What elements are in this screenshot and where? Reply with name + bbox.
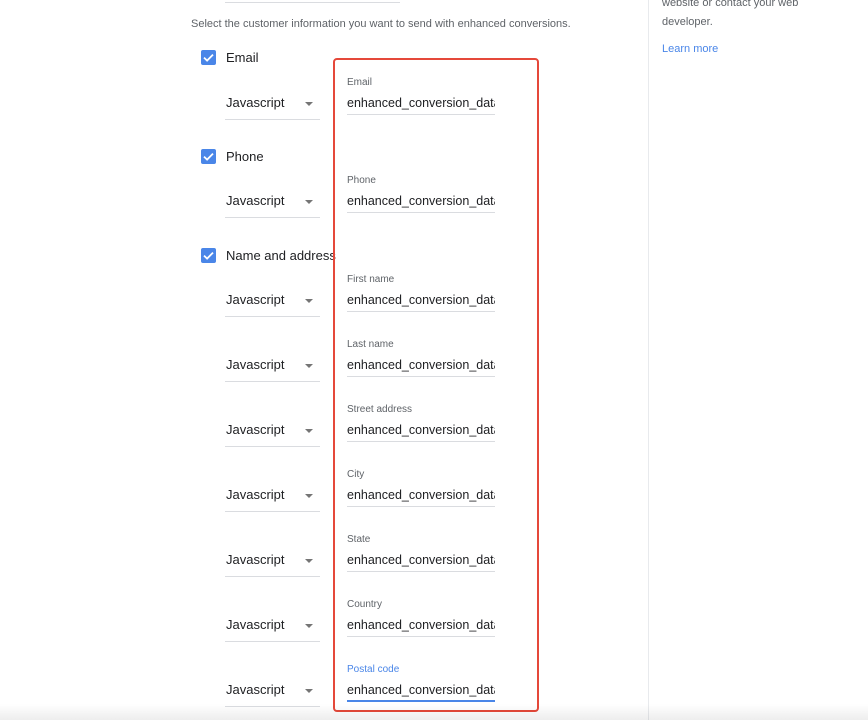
postal-code-variable-field: Postal code enhanced_conversion_data — [347, 663, 495, 702]
city-method-dropdown[interactable]: Javascript — [225, 481, 320, 512]
email-variable-input[interactable]: enhanced_conversion_data — [347, 95, 495, 115]
email-variable-field: Email enhanced_conversion_data — [347, 76, 495, 115]
dropdown-arrow-icon — [305, 364, 313, 368]
dropdown-arrow-icon — [305, 689, 313, 693]
dropdown-value: Javascript — [226, 292, 285, 307]
name-address-checkbox-label: Name and address — [226, 248, 336, 263]
dropdown-value: Javascript — [226, 95, 285, 110]
last-name-variable-field: Last name enhanced_conversion_data — [347, 338, 495, 377]
country-variable-field: Country enhanced_conversion_data — [347, 598, 495, 637]
field-label: Last name — [347, 339, 394, 350]
field-label: First name — [347, 274, 395, 285]
country-method-dropdown[interactable]: Javascript — [225, 611, 320, 642]
field-label: State — [347, 534, 371, 545]
phone-checkbox[interactable] — [201, 149, 216, 164]
first-name-variable-input[interactable]: enhanced_conversion_data — [347, 292, 495, 312]
dropdown-value: Javascript — [226, 552, 285, 567]
phone-variable-field: Phone enhanced_conversion_data — [347, 174, 495, 213]
sidebar-divider — [648, 0, 649, 720]
city-variable-input[interactable]: enhanced_conversion_data — [347, 487, 495, 507]
phone-method-dropdown[interactable]: Javascript — [225, 187, 320, 218]
state-variable-input[interactable]: enhanced_conversion_data — [347, 552, 495, 572]
name-address-checkbox[interactable] — [201, 248, 216, 263]
country-variable-input[interactable]: enhanced_conversion_data — [347, 617, 495, 637]
field-label: City — [347, 469, 365, 480]
postal-code-variable-input[interactable]: enhanced_conversion_data — [347, 682, 495, 702]
street-address-variable-field: Street address enhanced_conversion_data — [347, 403, 495, 442]
dropdown-value: Javascript — [226, 487, 285, 502]
first-name-variable-field: First name enhanced_conversion_data — [347, 273, 495, 312]
field-label: Phone — [347, 175, 376, 186]
bottom-shadow — [0, 704, 868, 720]
email-checkbox-label: Email — [226, 50, 259, 65]
last-name-method-dropdown[interactable]: Javascript — [225, 351, 320, 382]
field-label: Email — [347, 77, 373, 88]
email-method-dropdown[interactable]: Javascript — [225, 89, 320, 120]
dropdown-arrow-icon — [305, 102, 313, 106]
dropdown-arrow-icon — [305, 200, 313, 204]
street-address-variable-input[interactable]: enhanced_conversion_data — [347, 422, 495, 442]
field-label: Postal code — [347, 664, 400, 675]
field-label: Street address — [347, 404, 413, 415]
email-checkbox[interactable] — [201, 50, 216, 65]
dropdown-arrow-icon — [305, 494, 313, 498]
postal-code-method-dropdown[interactable]: Javascript — [225, 676, 320, 707]
checkmark-icon — [203, 251, 214, 260]
city-variable-field: City enhanced_conversion_data — [347, 468, 495, 507]
last-name-variable-input[interactable]: enhanced_conversion_data — [347, 357, 495, 377]
checkmark-icon — [203, 53, 214, 62]
dropdown-arrow-icon — [305, 299, 313, 303]
street-address-method-dropdown[interactable]: Javascript — [225, 416, 320, 447]
learn-more-link[interactable]: Learn more — [662, 43, 718, 55]
phone-variable-input[interactable]: enhanced_conversion_data — [347, 193, 495, 213]
dropdown-value: Javascript — [226, 682, 285, 697]
dropdown-value: Javascript — [226, 422, 285, 437]
sidebar-help-text: website or contact your web developer. — [662, 0, 799, 28]
field-label: Country — [347, 599, 383, 610]
dropdown-value: Javascript — [226, 357, 285, 372]
state-variable-field: State enhanced_conversion_data — [347, 533, 495, 572]
dropdown-value: Javascript — [226, 617, 285, 632]
state-method-dropdown[interactable]: Javascript — [225, 546, 320, 577]
previous-field-underline — [225, 2, 400, 3]
phone-checkbox-label: Phone — [226, 149, 264, 164]
dropdown-arrow-icon — [305, 429, 313, 433]
dropdown-value: Javascript — [226, 193, 285, 208]
dropdown-arrow-icon — [305, 624, 313, 628]
first-name-method-dropdown[interactable]: Javascript — [225, 286, 320, 317]
dropdown-arrow-icon — [305, 559, 313, 563]
checkmark-icon — [203, 152, 214, 161]
intro-text: Select the customer information you want… — [191, 18, 571, 30]
